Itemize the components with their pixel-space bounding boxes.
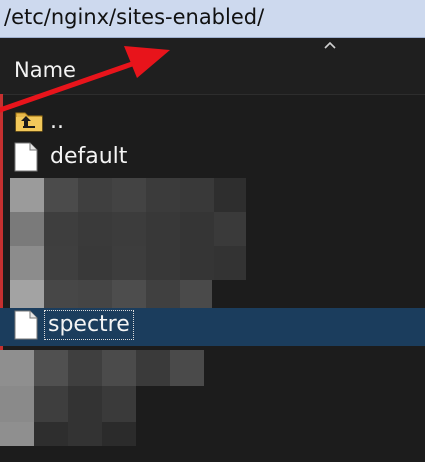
- file-icon: [14, 142, 38, 172]
- list-item-label: spectre: [44, 310, 134, 340]
- redacted-row: [10, 212, 246, 246]
- list-item-default[interactable]: default: [8, 141, 308, 175]
- folder-up-icon: [15, 112, 43, 132]
- file-manager-window: /etc/nginx/sites-enabled/ Name .. defaul…: [0, 0, 425, 462]
- column-header-row: Name: [0, 38, 425, 95]
- list-item-label: ..: [50, 109, 64, 134]
- path-text[interactable]: /etc/nginx/sites-enabled/: [4, 2, 264, 32]
- sort-ascending-icon[interactable]: [323, 40, 337, 50]
- redacted-row: [0, 386, 136, 422]
- list-item-parent-directory[interactable]: ..: [8, 106, 308, 140]
- column-header-name[interactable]: Name: [14, 56, 76, 84]
- redacted-row: [10, 246, 246, 280]
- redacted-row: [0, 422, 136, 446]
- file-list-panel: Name .. default spectre: [0, 38, 425, 462]
- redacted-row: [10, 280, 212, 308]
- file-icon: [14, 310, 38, 340]
- panel-left-edge: [0, 94, 3, 394]
- path-bar[interactable]: /etc/nginx/sites-enabled/: [0, 0, 425, 38]
- redacted-row: [10, 178, 246, 212]
- redacted-row: [0, 350, 204, 386]
- list-item-label: default: [50, 144, 128, 169]
- list-item-spectre[interactable]: spectre: [0, 308, 425, 346]
